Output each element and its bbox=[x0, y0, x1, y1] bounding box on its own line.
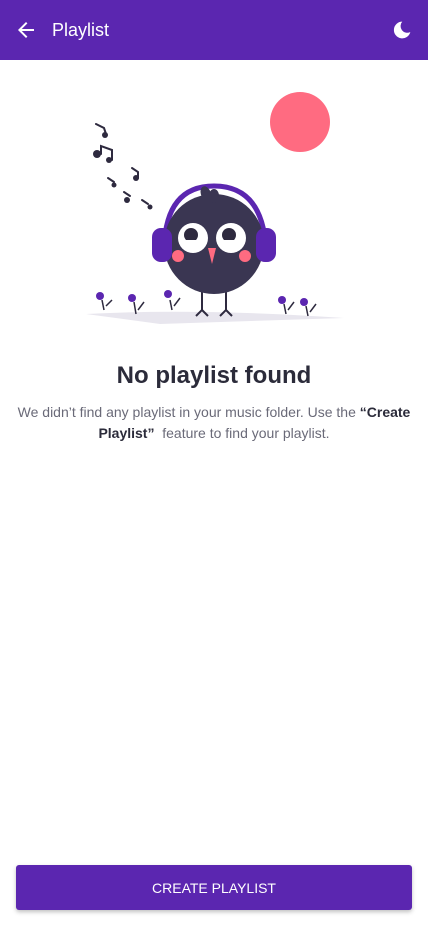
bird-body bbox=[164, 194, 264, 294]
empty-state-description: We didn’t find any playlist in your musi… bbox=[14, 402, 414, 444]
arrow-left-icon bbox=[18, 22, 34, 38]
back-button[interactable] bbox=[12, 16, 40, 44]
description-text: We didn’t find any playlist in your musi… bbox=[17, 404, 360, 420]
moon-icon bbox=[393, 21, 411, 39]
ground-shape bbox=[86, 311, 344, 324]
empty-state-heading: No playlist found bbox=[116, 362, 312, 389]
music-notes-icon bbox=[93, 123, 153, 210]
theme-toggle-button[interactable] bbox=[388, 16, 416, 44]
sun-shape bbox=[270, 92, 330, 152]
create-playlist-button[interactable]: CREATE PLAYLIST bbox=[16, 865, 412, 910]
app-bar: Playlist bbox=[0, 0, 428, 60]
empty-playlist-illustration bbox=[80, 88, 350, 328]
description-text-end: feature to find your playlist. bbox=[154, 425, 330, 441]
page-title: Playlist bbox=[52, 20, 110, 40]
